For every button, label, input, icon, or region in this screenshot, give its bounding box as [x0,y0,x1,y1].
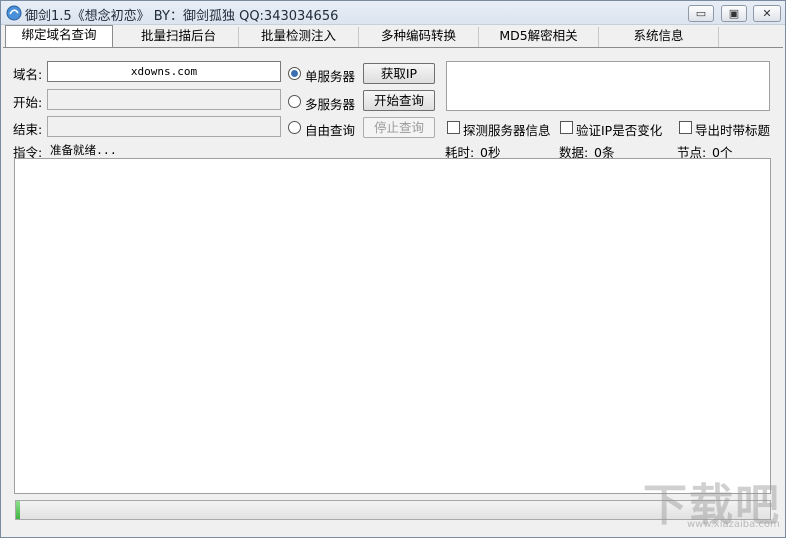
single-server-label: 单服务器 [305,69,356,84]
ip-result-box[interactable] [446,61,770,111]
verify-ip-label: 验证IP是否变化 [576,123,663,138]
probe-server-label: 探测服务器信息 [463,123,551,138]
tab-batch-scan-admin[interactable]: 批量扫描后台 [119,27,239,47]
close-icon: ✕ [762,7,772,20]
close-button[interactable]: ✕ [753,5,781,22]
multi-server-label: 多服务器 [305,97,356,112]
app-icon [6,5,22,21]
command-status: 准备就绪... [50,143,117,157]
tab-md5-decrypt[interactable]: MD5解密相关 [479,27,599,47]
app-window: 御剑1.5《想念初恋》 BY：御剑孤独 QQ:343034656 ▭ ▣ ✕ 绑… [0,0,786,538]
probe-server-checkbox[interactable] [447,121,460,134]
tab-panel: 域名: xdowns.com 单服务器 获取IP 开始: 多服务器 开始查询 结… [3,47,783,535]
maximize-button[interactable]: ▣ [721,5,747,22]
progress-fill [16,501,20,519]
domain-input[interactable]: xdowns.com [47,61,281,82]
end-label: 结束: [13,122,43,137]
tab-bind-domain-query[interactable]: 绑定域名查询 [5,25,113,47]
tab-encoding-convert[interactable]: 多种编码转换 [359,27,479,47]
start-label: 开始: [13,95,43,110]
domain-label: 域名: [13,67,43,82]
stop-query-button[interactable]: 停止查询 [363,117,435,138]
start-input[interactable] [47,89,281,110]
window-title: 御剑1.5《想念初恋》 BY：御剑孤独 QQ:343034656 [25,9,339,24]
get-ip-button[interactable]: 获取IP [363,63,435,84]
export-title-checkbox[interactable] [679,121,692,134]
minimize-icon: ▭ [695,7,707,20]
minimize-button[interactable]: ▭ [688,5,714,22]
start-query-button[interactable]: 开始查询 [363,90,435,111]
export-title-label: 导出时带标题 [695,123,771,138]
title-bar[interactable]: 御剑1.5《想念初恋》 BY：御剑孤独 QQ:343034656 ▭ ▣ ✕ [1,1,785,25]
watermark-logo: 下载吧 www.xiazaiba.com [643,469,783,535]
results-list[interactable] [14,158,771,494]
maximize-icon: ▣ [728,7,740,20]
tab-bar: 绑定域名查询 批量扫描后台 批量检测注入 多种编码转换 MD5解密相关 系统信息 [1,25,785,47]
multi-server-radio[interactable] [288,95,301,108]
end-input[interactable] [47,116,281,137]
tab-system-info[interactable]: 系统信息 [599,27,719,47]
free-query-radio[interactable] [288,121,301,134]
free-query-label: 自由查询 [305,123,356,138]
watermark-url: www.xiazaiba.com [687,519,780,530]
tab-batch-injection-check[interactable]: 批量检测注入 [239,27,359,47]
verify-ip-checkbox[interactable] [560,121,573,134]
single-server-radio[interactable] [288,67,301,80]
